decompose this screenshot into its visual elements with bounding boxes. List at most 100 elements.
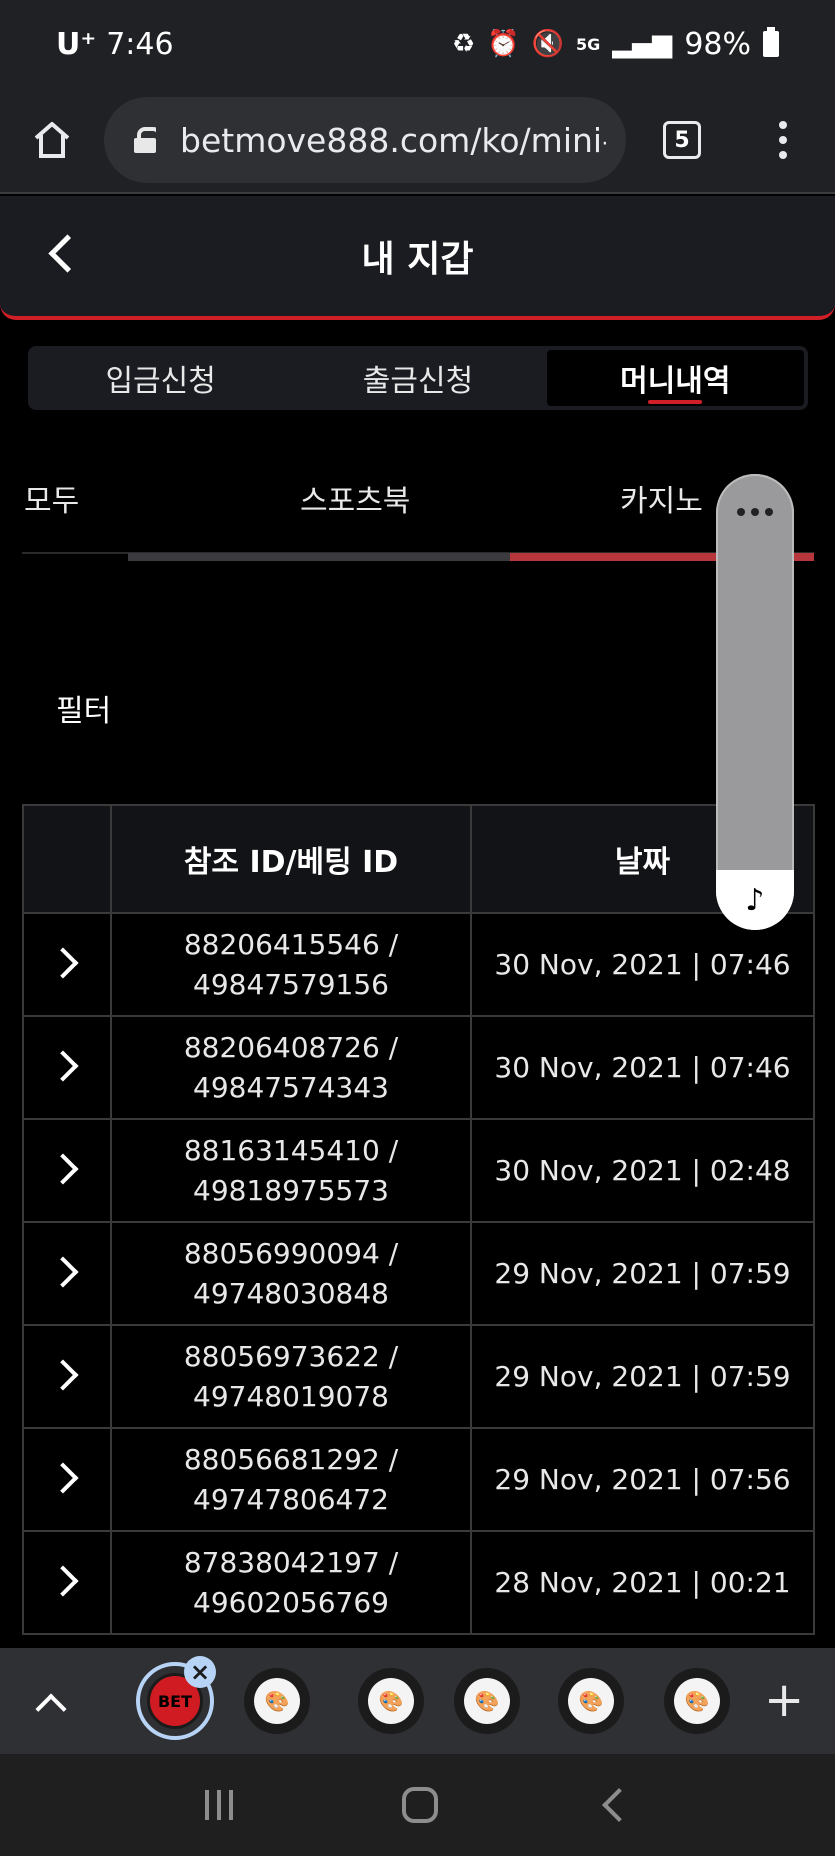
more-vertical-icon — [779, 121, 787, 129]
clock: 7:46 — [106, 26, 174, 62]
chevron-up-icon[interactable] — [34, 1688, 68, 1722]
close-icon[interactable]: × — [184, 1656, 216, 1688]
bubble-app[interactable]: 🎨 — [244, 1668, 310, 1734]
column-header-ref-id: 참조 ID/베팅 ID — [110, 804, 472, 914]
category-sportsbook[interactable]: 스포츠북 — [300, 476, 410, 520]
expand-cell[interactable] — [22, 1221, 112, 1326]
table-row[interactable]: 87838042197 / 49602056769 28 Nov, 2021 | … — [22, 1530, 815, 1635]
ref-id-cell: 88056990094 / 49748030848 — [110, 1221, 472, 1326]
expand-cell[interactable] — [22, 912, 112, 1017]
expand-column-header — [22, 804, 112, 914]
table-row[interactable]: 88056681292 / 49747806472 29 Nov, 2021 | … — [22, 1427, 815, 1532]
bet-id: 49602056769 — [193, 1585, 389, 1619]
chevron-right-icon — [47, 1152, 79, 1185]
chevron-right-icon — [47, 1255, 79, 1288]
history-table: 참조 ID/베팅 ID 날짜 88206415546 /49847579156 … — [22, 804, 815, 1635]
bet-id: 49748019078 — [193, 1379, 389, 1413]
url-text: betmove888.com/ko/mini-g — [180, 120, 606, 160]
battery-percent: 98% — [684, 26, 751, 62]
lock-icon — [134, 127, 156, 153]
expand-cell[interactable] — [22, 1427, 112, 1532]
table-row[interactable]: 88206408726 / 49847574343 30 Nov, 2021 | … — [22, 1015, 815, 1120]
filter-button[interactable]: 필터 — [56, 686, 111, 730]
network-type: 5G — [576, 34, 601, 54]
tab-withdraw[interactable]: 출금신청 — [289, 350, 546, 406]
ref-id: 88056973622 / — [183, 1339, 399, 1373]
ref-id-cell: 88056973622 / 49748019078 — [110, 1324, 472, 1429]
date-cell: 29 Nov, 2021 | 07:59 — [470, 1221, 815, 1326]
back-nav-icon[interactable] — [601, 1788, 636, 1822]
app-icon: 🎨 — [464, 1678, 510, 1724]
page-header: 내 지갑 — [0, 196, 835, 320]
status-bar: U⁺ 7:46 ♻ ⏰ 🔇 5G ▂▄▆ 98% — [0, 0, 835, 88]
table-row[interactable]: 88056973622 / 49748019078 29 Nov, 2021 | … — [22, 1324, 815, 1429]
chevron-right-icon — [47, 946, 79, 979]
expand-cell[interactable] — [22, 1324, 112, 1429]
ref-id-cell: 88206415546 / 49847579156 — [110, 912, 472, 1017]
category-all[interactable]: 모두 — [24, 476, 79, 520]
app-icon: 🎨 — [568, 1678, 614, 1724]
bubble-app[interactable]: 🎨 — [558, 1668, 624, 1734]
ref-id-cell: 87838042197 / 49602056769 — [110, 1530, 472, 1635]
mute-icon: 🔇 — [531, 29, 565, 59]
chevron-right-icon — [47, 1564, 79, 1597]
expand-cell[interactable] — [22, 1015, 112, 1120]
table-row[interactable]: 88206415546 /49847579156 30 Nov, 2021 | … — [22, 912, 815, 1017]
app-bubble-bar: BET × 🎨 🎨 🎨 🎨 🎨 + — [0, 1648, 835, 1754]
ref-id: 88056990094 / — [183, 1236, 399, 1270]
date-cell: 29 Nov, 2021 | 07:56 — [470, 1427, 815, 1532]
bet-id: 49847579156 — [193, 967, 389, 1001]
tab-deposit[interactable]: 입금신청 — [32, 350, 289, 406]
ref-id-cell: 88206408726 / 49847574343 — [110, 1015, 472, 1120]
ref-id: 87838042197 / — [183, 1545, 399, 1579]
category-tabs: 모두 스포츠북 카지노 — [0, 466, 835, 530]
browser-menu-button[interactable] — [738, 87, 828, 193]
expand-cell[interactable] — [22, 1530, 112, 1635]
bet-id: 49818975573 — [193, 1173, 389, 1207]
date-cell: 28 Nov, 2021 | 00:21 — [470, 1530, 815, 1635]
ref-id: 88206415546 / — [183, 927, 399, 961]
app-icon: 🎨 — [368, 1678, 414, 1724]
tab-switcher-button[interactable]: 5 — [626, 87, 738, 193]
bet-id: 49748030848 — [193, 1276, 389, 1310]
bubble-app[interactable]: 🎨 — [358, 1668, 424, 1734]
date-cell: 29 Nov, 2021 | 07:59 — [470, 1324, 815, 1429]
system-nav-bar — [0, 1754, 835, 1856]
carrier-label: U⁺ — [56, 26, 97, 62]
more-horizontal-icon[interactable] — [716, 508, 794, 516]
home-nav-icon[interactable] — [401, 1787, 438, 1823]
chevron-right-icon — [47, 1461, 79, 1494]
add-icon[interactable]: + — [764, 1672, 804, 1728]
bubble-app[interactable]: 🎨 — [664, 1668, 730, 1734]
ref-id: 88206408726 / — [183, 1030, 399, 1064]
category-track — [128, 553, 510, 561]
back-arrow-icon[interactable] — [44, 234, 84, 274]
bubble-app[interactable]: 🎨 — [454, 1668, 520, 1734]
date-cell: 30 Nov, 2021 | 07:46 — [470, 1015, 815, 1120]
app-icon: 🎨 — [674, 1678, 720, 1724]
address-bar[interactable]: betmove888.com/ko/mini-g — [104, 97, 626, 183]
table-row[interactable]: 88163145410 / 49818975573 30 Nov, 2021 | … — [22, 1118, 815, 1223]
ref-id: 88163145410 / — [183, 1133, 399, 1167]
tab-count: 5 — [663, 121, 701, 159]
battery-icon — [763, 27, 779, 57]
app-icon: 🎨 — [254, 1678, 300, 1724]
signal-icon: ▂▄▆ — [612, 29, 673, 59]
bet-id: 49847574343 — [193, 1070, 389, 1104]
table-row[interactable]: 88056990094 / 49748030848 29 Nov, 2021 | … — [22, 1221, 815, 1326]
recent-apps-icon[interactable] — [204, 1790, 233, 1820]
ref-id-cell: 88163145410 / 49818975573 — [110, 1118, 472, 1223]
chevron-right-icon — [47, 1358, 79, 1391]
wallet-tabs: 입금신청 출금신청 머니내역 — [28, 346, 808, 410]
table-header-row: 참조 ID/베팅 ID 날짜 — [22, 804, 815, 914]
tab-money-history[interactable]: 머니내역 — [546, 350, 804, 406]
expand-cell[interactable] — [22, 1118, 112, 1223]
browser-toolbar: betmove888.com/ko/mini-g 5 — [0, 88, 835, 194]
alarm-icon: ⏰ — [487, 29, 520, 59]
floating-media-panel[interactable]: ♪ — [716, 474, 794, 930]
category-casino[interactable]: 카지노 — [620, 476, 703, 520]
recycle-icon: ♻ — [451, 29, 476, 59]
home-icon — [34, 122, 70, 158]
date-cell: 30 Nov, 2021 | 02:48 — [470, 1118, 815, 1223]
home-button[interactable] — [0, 87, 104, 193]
